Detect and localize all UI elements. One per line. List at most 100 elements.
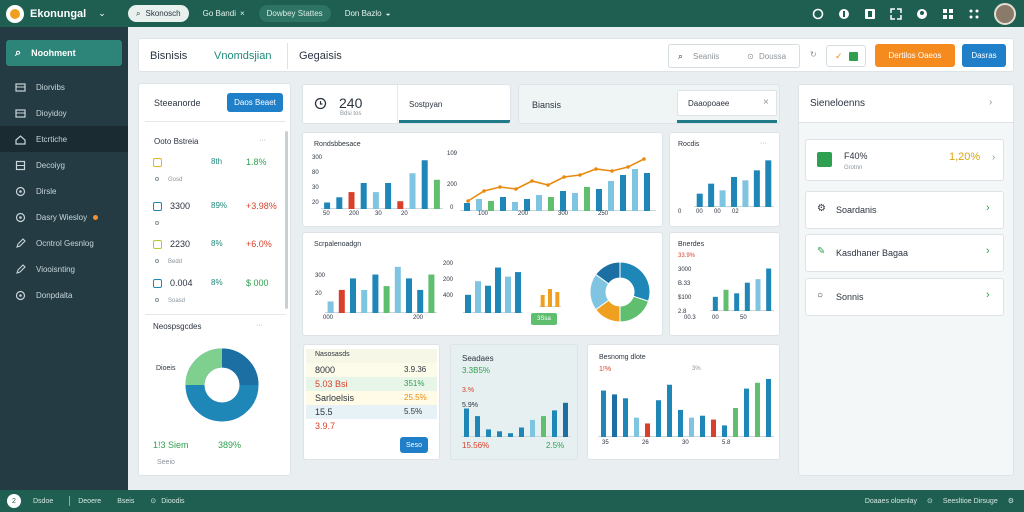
tab-sostpyan[interactable]: Sostpyan <box>409 100 442 109</box>
table-row[interactable]: 15.5 5.5% <box>306 405 437 419</box>
close-icon[interactable]: × <box>240 9 245 18</box>
status-item[interactable]: Deoere <box>69 496 101 506</box>
search-pill[interactable]: ⌕ Skonosch <box>128 5 189 22</box>
primary-action-button[interactable]: Dertilos Oaeos <box>875 44 955 67</box>
secondary-action-button[interactable]: Dasras <box>962 44 1006 67</box>
status-icon[interactable]: 2 <box>7 494 21 508</box>
sidebar-item[interactable]: Dioyidoy <box>0 100 128 126</box>
right-panel: Sieneloenns › F40% Grotnn 1,20% › ⚙ Soard… <box>798 84 1014 476</box>
header-tab[interactable]: Gegaisis <box>299 50 342 62</box>
bar <box>708 183 715 207</box>
sidebar-item[interactable]: Donpdalta <box>0 282 128 308</box>
tab-biansis[interactable]: Biansis <box>532 100 561 110</box>
chart-title: Scrpalenoadgn <box>314 241 362 248</box>
donut-footer-right: 389% <box>218 440 242 450</box>
bar <box>644 173 650 211</box>
bookmark-icon[interactable] <box>864 8 876 20</box>
settings-icon[interactable]: ⚙ <box>1008 497 1014 505</box>
chevron-right-icon[interactable]: › <box>986 289 990 301</box>
chart-tag[interactable]: 3Ssa <box>531 313 557 325</box>
axis-label: 3% <box>692 366 701 372</box>
more-icon[interactable]: ··· <box>256 322 263 329</box>
user-icon[interactable] <box>916 8 928 20</box>
trend-point <box>530 179 534 183</box>
sidebar-item-label: Ocntrol Gesnlog <box>36 238 94 248</box>
sync-icon[interactable]: ↻ <box>810 50 817 59</box>
table-icon <box>15 108 26 119</box>
grid-icon[interactable] <box>942 8 954 20</box>
tab-don-bazlo[interactable]: Don Bazlo ◒ <box>337 5 399 22</box>
scrollbar[interactable] <box>285 131 288 309</box>
status-item[interactable]: Bseis <box>117 498 134 505</box>
status-item[interactable]: ⊙ Dioodis <box>150 497 184 506</box>
sidebar-item[interactable]: Diorvibs <box>0 74 128 100</box>
info-icon[interactable] <box>838 8 850 20</box>
table-cell-label: 8000 <box>315 365 336 375</box>
table-row[interactable]: 3.9.7 <box>306 419 437 433</box>
panel-button[interactable]: Daos Beaet <box>227 93 283 112</box>
tick-label: 30 <box>375 211 382 217</box>
chevron-down-icon[interactable]: ⌄ <box>98 8 106 19</box>
tick-label: 50 <box>740 315 747 321</box>
chart-card-bottom-right: Besnomg dlote 1!% 3% 35 26 30 5.8 <box>587 344 780 460</box>
avatar[interactable] <box>994 2 1016 25</box>
bar <box>476 199 482 211</box>
sidebar-item[interactable]: Viooisnting <box>0 256 128 282</box>
sidebar-item-active[interactable]: ⌕ Noohment <box>6 40 122 66</box>
bar <box>508 433 513 437</box>
tab-daaopoaee[interactable]: Daaopoaee × <box>677 90 777 116</box>
toggle-group[interactable]: ✓ <box>826 45 866 67</box>
chevron-right-icon[interactable]: › <box>992 152 995 163</box>
donut-footer-left: 1!3 Siem <box>153 440 189 450</box>
sidebar-item[interactable]: Dirsle <box>0 178 128 204</box>
bell-icon: ◒ <box>385 9 391 18</box>
table-button[interactable]: Seso <box>400 437 428 453</box>
bar <box>324 202 331 209</box>
table-row[interactable]: Sarloelsis 25.5% <box>306 391 437 405</box>
sidebar-item[interactable]: Decoiyg <box>0 152 128 178</box>
tick-label: 300 <box>315 273 326 279</box>
bar <box>719 190 726 207</box>
chevron-right-icon[interactable]: › <box>986 202 990 214</box>
table-row[interactable]: 8000 3.9.36 <box>306 363 437 377</box>
chevron-right-icon[interactable]: › <box>989 97 992 108</box>
sidebar-item[interactable]: Etcrtiche <box>0 126 128 152</box>
bar <box>755 382 760 437</box>
bar <box>409 173 416 209</box>
divider <box>69 496 71 506</box>
more-icon[interactable]: ··· <box>760 140 767 147</box>
globe-icon: ⊙ <box>926 498 933 505</box>
table-row[interactable]: 5.03 Bsi 351% <box>306 377 437 391</box>
tick-label: 200 <box>518 211 529 217</box>
bar <box>765 160 772 207</box>
right-list-item[interactable]: ✎ Kasdhaner Bagaa › <box>805 234 1004 272</box>
search-input[interactable]: ⌕ Seaniis ⊙ Doussa <box>668 44 800 68</box>
chevron-right-icon[interactable]: › <box>986 245 990 257</box>
tab-dowbey-stattes[interactable]: Dowbey Stattes <box>258 5 331 22</box>
status-item-label: Deoere <box>78 497 102 505</box>
right-kpi-card[interactable]: F40% Grotnn 1,20% › <box>805 139 1004 181</box>
row-value: 3300 <box>170 201 191 211</box>
sidebar-item[interactable]: Ocntrol Gesnlog <box>0 230 128 256</box>
trend-point <box>546 183 550 187</box>
sidebar-item-label: Dasry Wiesloy <box>36 212 88 222</box>
table-row[interactable]: Nasosasds <box>306 349 437 363</box>
apps-icon[interactable] <box>968 8 980 20</box>
close-icon[interactable]: × <box>763 97 769 108</box>
status-item[interactable]: Seesltioe Dirsuge <box>943 498 998 505</box>
status-item[interactable]: Dsdoe <box>33 498 53 505</box>
bar <box>734 293 740 311</box>
tick-label: 3000 <box>678 267 692 273</box>
axis-label: 109 <box>447 151 458 157</box>
tab-go-bandi[interactable]: Go Bandi × <box>195 5 253 22</box>
status-item[interactable]: Doaaes oloenlay <box>865 498 917 505</box>
expand-icon[interactable] <box>890 7 902 20</box>
right-list-item[interactable]: ⚙ Soardanis › <box>805 191 1004 229</box>
app-logo[interactable]: Ekonungal ⌄ <box>0 0 128 27</box>
donut-segment-green <box>185 348 223 386</box>
trend-line <box>467 158 645 202</box>
more-icon[interactable]: ··· <box>259 137 266 144</box>
refresh-icon[interactable] <box>812 8 824 20</box>
right-list-item[interactable]: ○ Sonnis › <box>805 278 1004 316</box>
sidebar-item[interactable]: Dasry Wiesloy <box>0 204 128 230</box>
